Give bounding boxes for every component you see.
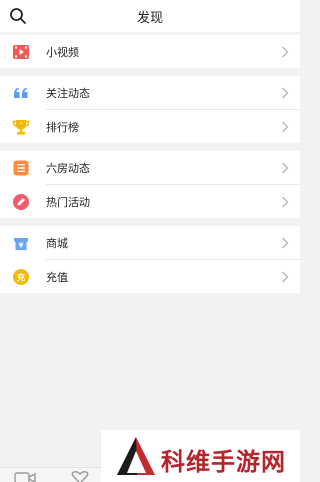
list-icon (13, 160, 29, 176)
menu-item-label: 小视频 (46, 45, 79, 59)
watermark-text: 科维手游网 (161, 448, 286, 476)
shop-icon-glyph: ¥ (19, 242, 24, 250)
menu-group-4: ¥ 商城 充 充值 (0, 226, 300, 293)
menu-item-label: 六房动态 (46, 161, 90, 175)
chevron-right-icon (282, 46, 289, 58)
quote-icon (14, 87, 28, 98)
menu-item-follow-feed[interactable]: 关注动态 (0, 76, 300, 109)
page-title: 发现 (136, 10, 163, 26)
menu-item-leaderboard[interactable]: 排行榜 (0, 110, 300, 143)
recharge-icon: 充 (13, 269, 29, 285)
menu-item-label: 排行榜 (46, 120, 79, 134)
menu-group-2: 关注动态 排行榜 (0, 76, 300, 143)
menu-item-liufang-news[interactable]: 六房动态 (0, 151, 300, 184)
video-tab-icon[interactable] (14, 471, 36, 482)
video-icon (13, 45, 29, 59)
recharge-icon-glyph: 充 (17, 272, 26, 283)
menu-group-1: 小视频 (0, 35, 300, 68)
search-icon[interactable] (9, 7, 27, 25)
top-bar: 发现 (0, 0, 300, 32)
chevron-right-icon (282, 271, 289, 283)
menu-item-label: 关注动态 (46, 86, 90, 100)
menu-item-label: 热门活动 (46, 195, 90, 209)
menu-item-label: 商城 (46, 236, 68, 250)
chevron-right-icon (282, 162, 289, 174)
menu-item-shop[interactable]: ¥ 商城 (0, 226, 300, 259)
chevron-right-icon (282, 87, 289, 99)
menu-group-3: 六房动态 热门活动 (0, 151, 300, 218)
menu-item-label: 充值 (46, 270, 68, 284)
chevron-right-icon (282, 121, 289, 133)
chevron-right-icon (282, 237, 289, 249)
chevron-right-icon (282, 196, 289, 208)
shop-icon: ¥ (14, 238, 28, 250)
menu-item-recharge[interactable]: 充 充值 (0, 260, 300, 293)
trophy-icon (12, 120, 30, 135)
menu-item-hot-events[interactable]: 热门活动 (0, 185, 300, 218)
menu-item-short-video[interactable]: 小视频 (0, 35, 300, 68)
watermark-logo-icon (117, 437, 155, 475)
watermark: 科维手游网 (101, 430, 300, 482)
pencil-icon (13, 194, 29, 210)
heart-tab-icon[interactable] (70, 471, 90, 482)
